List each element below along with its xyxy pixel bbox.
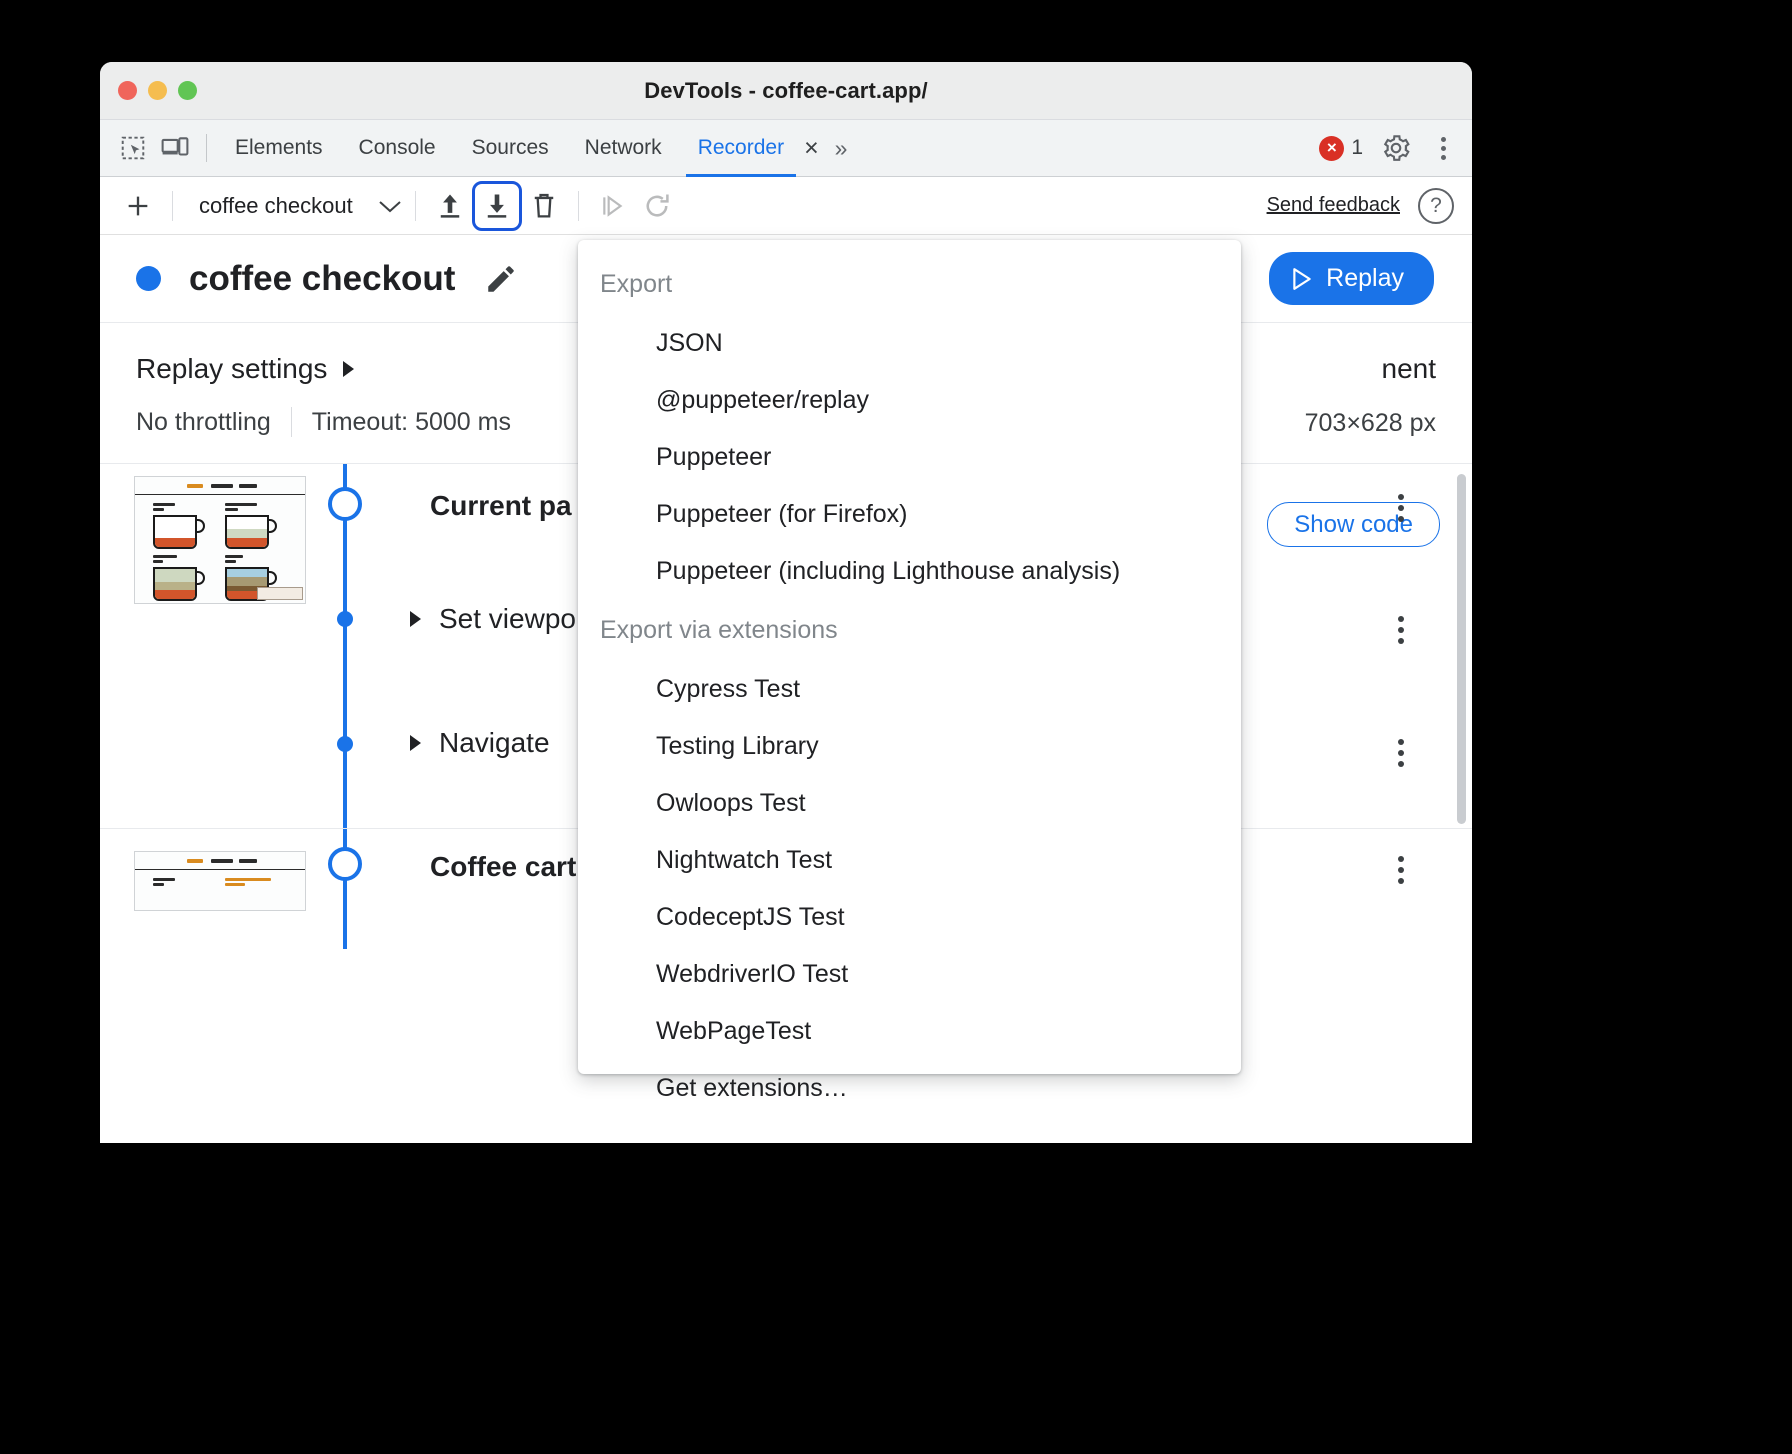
menu-item-owloops-test[interactable]: Owloops Test (578, 775, 1241, 832)
menu-item-codeceptjs-test[interactable]: CodeceptJS Test (578, 889, 1241, 946)
replay-button-label: Replay (1326, 264, 1404, 293)
import-recording-button[interactable] (428, 184, 472, 228)
preview-cup-2 (223, 503, 281, 551)
recorder-toolbar: coffee checkout (100, 177, 1472, 235)
timeline-node (337, 736, 353, 752)
kebab-menu-icon[interactable] (1429, 129, 1458, 168)
pencil-icon[interactable] (481, 259, 521, 299)
export-dropdown-menu: Export JSON @puppeteer/replay Puppeteer … (578, 240, 1241, 1074)
menu-item-puppeteer-firefox[interactable]: Puppeteer (for Firefox) (578, 486, 1241, 543)
step-heading-label: Coffee cart (430, 851, 576, 883)
step-more-options-icon[interactable] (1398, 494, 1404, 522)
preview-navbar (135, 858, 305, 870)
tabbar-right-controls: × 1 (1319, 127, 1458, 169)
step-more-options-icon[interactable] (1398, 616, 1404, 644)
tab-elements[interactable]: Elements (217, 120, 341, 177)
menu-item-puppeteer[interactable]: Puppeteer (578, 429, 1241, 486)
send-feedback-link[interactable]: Send feedback (1267, 194, 1400, 217)
screenshot-root: DevTools - coffee-cart.app/ (0, 0, 1792, 1454)
tab-sources[interactable]: Sources (454, 120, 567, 177)
preview-tooltip (257, 587, 303, 600)
recorder-toolbar-right: Send feedback ? (1267, 188, 1454, 224)
preview-cup-2 (223, 878, 293, 911)
environment-label: nent (1382, 353, 1437, 385)
step-item[interactable]: Set viewpo (410, 603, 576, 635)
chevron-right-icon[interactable] (343, 361, 354, 377)
menu-item-get-extensions[interactable]: Get extensions… (578, 1060, 1241, 1117)
toolbar-divider-3 (578, 191, 579, 221)
device-toolbar-icon[interactable] (154, 127, 196, 169)
menu-item-puppeteer-replay[interactable]: @puppeteer/replay (578, 372, 1241, 429)
menu-item-json[interactable]: JSON (578, 315, 1241, 372)
timeline-node (337, 611, 353, 627)
viewport-size-value: 703×628 px (1305, 409, 1436, 438)
tab-network[interactable]: Network (567, 120, 680, 177)
more-tabs-icon[interactable]: » (825, 135, 855, 162)
replay-step-by-step-button[interactable] (591, 184, 635, 228)
timeout-value[interactable]: Timeout: 5000 ms (312, 408, 511, 437)
expand-step-icon[interactable] (410, 735, 421, 751)
toolbar-divider-2 (415, 191, 416, 221)
recording-selector[interactable]: coffee checkout (199, 193, 403, 219)
menu-item-webpagetest[interactable]: WebPageTest (578, 1003, 1241, 1060)
coffee-cart-preview (135, 477, 305, 603)
preview-cup-1 (151, 503, 209, 551)
page-title: coffee checkout (189, 259, 455, 299)
delete-recording-button[interactable] (522, 184, 566, 228)
tabbar-divider (206, 134, 207, 162)
step-screenshot-thumbnail (134, 476, 306, 604)
timeline-node (328, 487, 362, 521)
add-recording-button[interactable] (116, 184, 160, 228)
preview-cup-3 (151, 555, 209, 603)
devtools-tabbar: Elements Console Sources Network Recorde… (100, 120, 1472, 177)
throttling-value[interactable]: No throttling (136, 408, 271, 437)
help-icon[interactable]: ? (1418, 188, 1454, 224)
menu-section-title: Export (578, 254, 1241, 315)
tab-recorder[interactable]: Recorder (680, 120, 802, 177)
play-triangle-icon (1291, 267, 1313, 291)
close-tab-icon[interactable]: × (804, 136, 819, 161)
menu-item-testing-library[interactable]: Testing Library (578, 718, 1241, 775)
error-circle-icon: × (1319, 136, 1344, 161)
timeline-node (328, 847, 362, 881)
menu-item-puppeteer-lighthouse[interactable]: Puppeteer (including Lighthouse analysis… (578, 543, 1241, 600)
step-label: Navigate (439, 727, 550, 759)
export-recording-button[interactable] (472, 181, 522, 231)
menu-item-webdriverio-test[interactable]: WebdriverIO Test (578, 946, 1241, 1003)
chevron-down-icon (377, 198, 403, 214)
step-item[interactable]: Navigate (410, 727, 550, 759)
menu-section-title: Export via extensions (578, 600, 1241, 661)
step-heading-label: Current pa (430, 490, 572, 522)
window-titlebar: DevTools - coffee-cart.app/ (100, 62, 1472, 120)
step-screenshot-thumbnail (134, 851, 306, 911)
preview-cup-1 (151, 878, 209, 911)
coffee-cart-preview (135, 852, 305, 910)
tab-console[interactable]: Console (341, 120, 454, 177)
inspect-element-icon[interactable] (112, 127, 154, 169)
step-more-options-icon[interactable] (1398, 856, 1404, 884)
step-more-options-icon[interactable] (1398, 739, 1404, 767)
replay-settings-title: Replay settings (136, 353, 327, 385)
gear-icon[interactable] (1375, 127, 1417, 169)
error-count-badge[interactable]: × 1 (1319, 136, 1363, 161)
toolbar-divider-1 (172, 191, 173, 221)
timeline-rail (343, 709, 347, 829)
recording-selector-label: coffee checkout (199, 193, 353, 219)
window-title: DevTools - coffee-cart.app/ (100, 78, 1472, 104)
settings-divider (291, 407, 292, 437)
expand-step-icon[interactable] (410, 611, 421, 627)
menu-item-cypress-test[interactable]: Cypress Test (578, 661, 1241, 718)
menu-item-nightwatch-test[interactable]: Nightwatch Test (578, 832, 1241, 889)
replay-button[interactable]: Replay (1269, 252, 1434, 305)
replay-with-reload-button[interactable] (635, 184, 679, 228)
preview-navbar (135, 483, 305, 495)
recording-status-dot (136, 266, 161, 291)
error-count-label: 1 (1351, 136, 1363, 160)
step-label: Set viewpo (439, 603, 576, 635)
